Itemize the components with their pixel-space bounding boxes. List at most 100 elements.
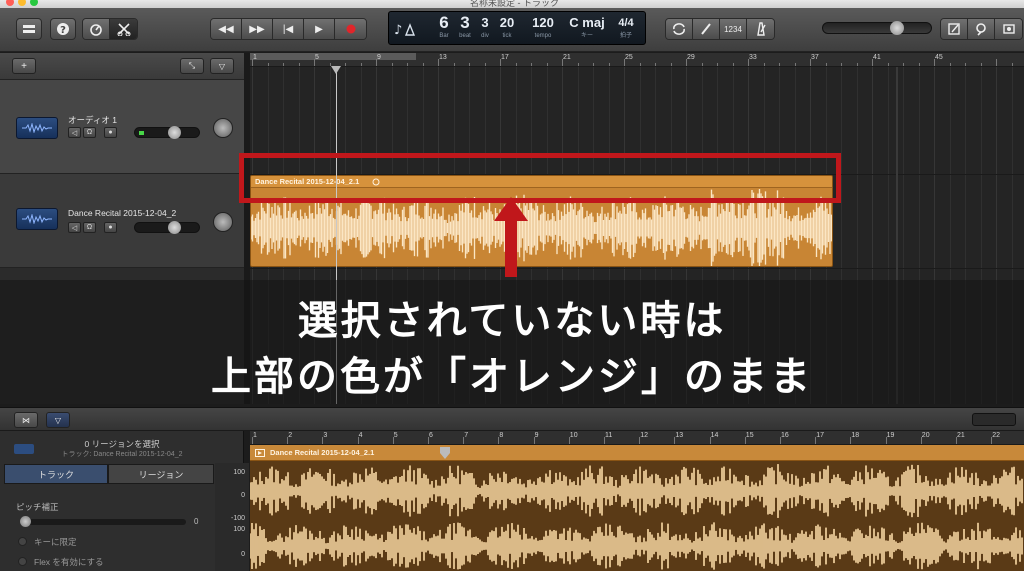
plus-icon: + bbox=[21, 60, 27, 72]
go-to-start-icon: |◀ bbox=[282, 23, 294, 35]
lcd-display[interactable]: ♪ 6 Bar 3 beat 3 div 20 tick 120 tempo C… bbox=[388, 11, 646, 45]
help-icon: ? bbox=[57, 23, 69, 36]
key-lock-checkbox[interactable] bbox=[18, 537, 27, 546]
svg-text:♪: ♪ bbox=[394, 23, 402, 37]
ruler-tick bbox=[360, 63, 362, 66]
cycle-button[interactable] bbox=[666, 19, 693, 39]
editor-ruler-bar-label: 2 bbox=[288, 432, 293, 439]
note-icon: ♪ bbox=[394, 23, 416, 37]
lcd-signature[interactable]: 4/4 拍子 bbox=[611, 14, 641, 40]
editor-ruler-bar-label: 16 bbox=[781, 432, 789, 439]
track-volume-slider[interactable] bbox=[134, 126, 200, 139]
media-browser-button[interactable] bbox=[995, 19, 1022, 39]
pitch-correction-label: ピッチ補正 bbox=[16, 502, 59, 512]
record-enable-button[interactable]: ● bbox=[104, 222, 117, 233]
metronome-button[interactable] bbox=[747, 19, 774, 39]
ruler-tick bbox=[701, 63, 703, 66]
ruler-tick bbox=[608, 63, 610, 66]
svg-text:?: ? bbox=[60, 25, 66, 36]
pitch-correction-value: 0 bbox=[194, 517, 199, 526]
fast-forward-button[interactable]: ▶▶ bbox=[242, 19, 273, 39]
cycle-range[interactable] bbox=[250, 53, 416, 60]
editor-toolbar: ⋈ ▽ bbox=[0, 407, 1024, 431]
track-header-audio-1[interactable]: オーディオ 1 ◁ Ω ● bbox=[0, 80, 244, 174]
cycle-icon bbox=[673, 23, 685, 35]
notepad-button[interactable] bbox=[941, 19, 968, 39]
track-volume-slider[interactable] bbox=[134, 221, 200, 234]
go-to-start-button[interactable]: |◀ bbox=[273, 19, 304, 39]
play-button[interactable]: ▶ bbox=[304, 19, 335, 39]
editor-region-header[interactable]: Dance Recital 2015-12-04_2.1 bbox=[250, 445, 1024, 461]
smart-controls-button[interactable] bbox=[83, 19, 110, 39]
help-button[interactable]: ? bbox=[50, 18, 76, 40]
editor-ruler-bar-label: 3 bbox=[323, 432, 328, 439]
headphones-icon: Ω bbox=[86, 224, 93, 231]
playhead-handle[interactable] bbox=[331, 66, 341, 74]
count-in-button[interactable]: 1234 bbox=[720, 19, 747, 39]
flex-checkbox[interactable] bbox=[18, 557, 27, 566]
automation-button[interactable]: ⤡ bbox=[180, 58, 204, 74]
lcd-tick: 20 tick bbox=[499, 15, 515, 39]
ruler-bar-label: 45 bbox=[935, 54, 943, 61]
editor-playhead-handle[interactable] bbox=[440, 447, 450, 459]
ruler-tick bbox=[872, 59, 873, 66]
editor-zoom-slider[interactable] bbox=[972, 413, 1016, 426]
close-window-icon[interactable] bbox=[6, 0, 14, 6]
headphones-button[interactable]: Ω bbox=[83, 127, 96, 138]
inspector-track-info: トラック: Dance Recital 2015-12-04_2 bbox=[61, 451, 183, 458]
record-button[interactable] bbox=[335, 19, 366, 39]
master-volume-slider[interactable] bbox=[822, 21, 932, 35]
track-volume-knob[interactable] bbox=[167, 126, 181, 139]
ruler-tick bbox=[810, 59, 811, 66]
editor-ruler[interactable]: 1 2 3 4 5 6 7 8 9 10 11 12 13 14 15 16 17 18 19 20 21 22 bbox=[250, 431, 1024, 445]
track-name: Dance Recital 2015-12-04_2 bbox=[68, 208, 177, 218]
waveform-icon bbox=[16, 208, 58, 230]
lcd-key[interactable]: C maj キー bbox=[567, 14, 607, 40]
pan-knob[interactable] bbox=[213, 118, 233, 138]
pan-knob[interactable] bbox=[213, 212, 233, 232]
ruler-tick bbox=[732, 63, 734, 66]
editor-ruler-tick bbox=[674, 437, 676, 444]
timeline-ruler[interactable]: 1 5 9 13 17 21 25 29 33 37 41 45 bbox=[250, 53, 1024, 67]
rewind-button[interactable]: ◀◀ bbox=[211, 19, 242, 39]
pitch-correction-knob[interactable] bbox=[20, 516, 31, 527]
editor-ruler-bar-label: 10 bbox=[569, 432, 578, 439]
ruler-tick bbox=[438, 59, 439, 66]
tab-track[interactable]: トラック bbox=[4, 464, 108, 484]
region-icon bbox=[255, 449, 265, 457]
record-icon bbox=[346, 24, 355, 34]
editors-button[interactable] bbox=[110, 19, 137, 39]
ruler-tick bbox=[779, 63, 780, 66]
loop-browser-button[interactable] bbox=[968, 19, 995, 39]
lcd-tempo[interactable]: 120 tempo bbox=[523, 14, 563, 40]
ruler-tick bbox=[391, 63, 393, 66]
minimize-window-icon[interactable] bbox=[18, 0, 26, 6]
filter-button[interactable]: ▽ bbox=[210, 58, 234, 74]
zoom-window-icon[interactable] bbox=[30, 0, 38, 6]
track-header-dance-recital[interactable]: Dance Recital 2015-12-04_2 ◁ Ω ● bbox=[0, 174, 244, 268]
audio-editor[interactable]: Dance Recital 2015-12-04_2.1 bbox=[250, 445, 1024, 571]
record-enable-button[interactable]: ● bbox=[104, 127, 117, 138]
tuner-button[interactable] bbox=[693, 19, 720, 39]
automation-icon: ⤡ bbox=[188, 61, 196, 70]
ruler-tick bbox=[252, 59, 253, 66]
mute-button[interactable]: ◁ bbox=[68, 222, 81, 233]
ruler-bar-label: 17 bbox=[501, 54, 509, 61]
editor-ruler-tick bbox=[322, 437, 324, 444]
editor-ruler-tick bbox=[956, 437, 957, 444]
mute-button[interactable]: ◁ bbox=[68, 127, 81, 138]
tab-region[interactable]: リージョン bbox=[108, 464, 214, 484]
pitch-correction-slider[interactable] bbox=[20, 516, 186, 527]
track-volume-knob[interactable] bbox=[167, 221, 181, 234]
master-volume-knob[interactable] bbox=[890, 21, 905, 35]
editor-ruler-tick bbox=[252, 437, 253, 444]
editor-catch-button[interactable]: ⋈ bbox=[14, 412, 38, 428]
ruler-tick bbox=[407, 63, 408, 66]
ruler-bar-label: 5 bbox=[315, 54, 319, 61]
editor-filter-button[interactable]: ▽ bbox=[46, 412, 70, 428]
metronome-icon bbox=[756, 22, 766, 36]
headphones-button[interactable]: Ω bbox=[83, 222, 96, 233]
add-track-button[interactable]: + bbox=[12, 58, 36, 74]
library-button[interactable] bbox=[16, 18, 42, 40]
ruler-tick bbox=[577, 63, 579, 66]
